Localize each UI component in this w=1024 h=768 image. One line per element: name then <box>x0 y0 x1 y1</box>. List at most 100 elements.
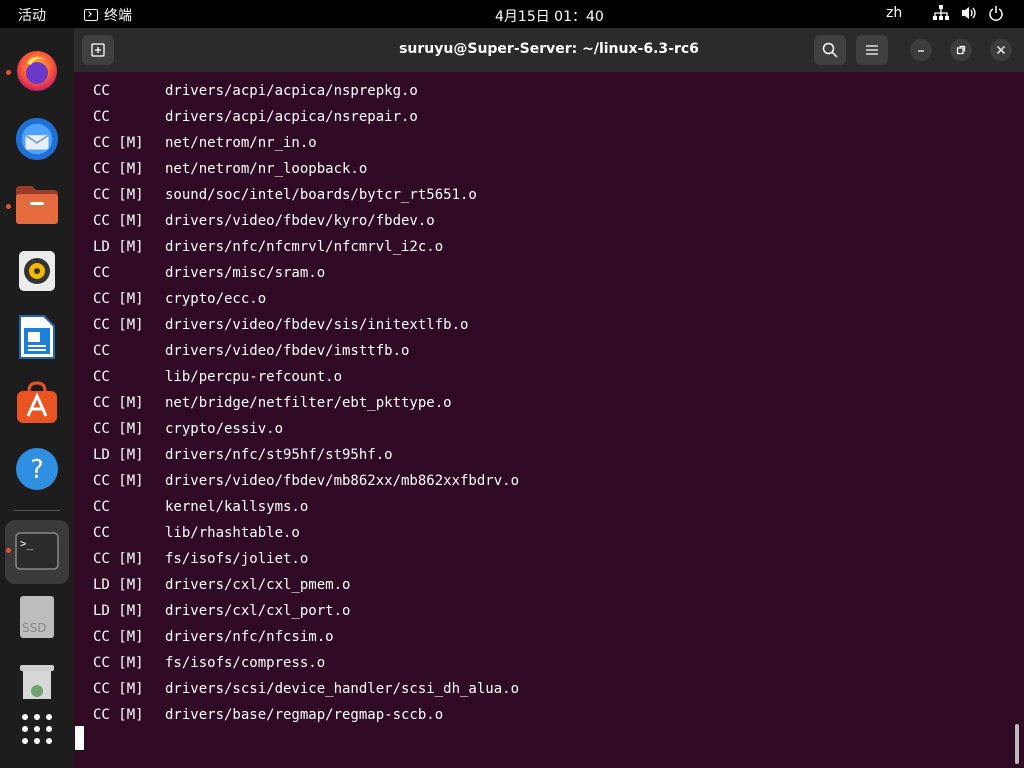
minimize-button[interactable] <box>910 39 932 61</box>
object-path: net/netrom/nr_in.o <box>165 135 317 151</box>
object-path: fs/isofs/joliet.o <box>165 551 309 567</box>
close-icon <box>997 46 1005 54</box>
output-line: CC [M] drivers/base/regmap/regmap-sccb.o <box>93 702 443 728</box>
dock-trash[interactable] <box>14 658 60 704</box>
app-menu[interactable]: 终端 <box>84 5 132 25</box>
running-indicator <box>6 548 11 553</box>
header-bar[interactable]: suruyu@Super-Server: ~/linux-6.3-rc6 <box>74 28 1024 72</box>
object-path: drivers/nfc/st95hf/st95hf.o <box>165 447 393 463</box>
build-step-tag: LD [M] <box>93 603 144 619</box>
text-cursor <box>75 726 84 750</box>
terminal-window: suruyu@Super-Server: ~/linux-6.3-rc6 CC … <box>74 28 1024 768</box>
power-icon <box>989 6 1003 21</box>
output-line: LD [M] drivers/cxl/cxl_port.o <box>93 598 350 624</box>
build-step-tag: CC <box>93 343 110 359</box>
object-path: drivers/cxl/cxl_pmem.o <box>165 577 351 593</box>
volume-icon <box>962 7 976 19</box>
output-line: CC [M] drivers/video/fbdev/kyro/fbdev.o <box>93 208 435 234</box>
output-line: CC drivers/misc/sram.o <box>93 260 325 286</box>
build-step-tag: CC [M] <box>93 551 144 567</box>
object-path: kernel/kallsyms.o <box>165 499 309 515</box>
output-line: CC [M] fs/isofs/compress.o <box>93 650 325 676</box>
clock[interactable]: 4月15日 01：40 <box>495 6 604 26</box>
dock-thunderbird[interactable] <box>14 116 60 162</box>
output-line: CC drivers/acpi/acpica/nsprepkg.o <box>93 78 418 104</box>
menu-button[interactable] <box>856 35 888 65</box>
minimize-icon <box>918 50 924 52</box>
output-line: CC [M] drivers/scsi/device_handler/scsi_d… <box>93 676 519 702</box>
terminal-app-icon: >_ <box>15 532 59 570</box>
object-path: drivers/misc/sram.o <box>165 265 326 281</box>
build-step-tag: CC [M] <box>93 161 144 177</box>
object-path: crypto/essiv.o <box>165 421 284 437</box>
ssd-label: SSD <box>22 621 47 635</box>
build-step-tag: CC [M] <box>93 317 144 333</box>
help-icon: ? <box>16 448 58 490</box>
network-icon <box>933 5 949 20</box>
output-line: CC drivers/video/fbdev/imsttfb.o <box>93 338 409 364</box>
search-button[interactable] <box>814 35 846 65</box>
input-method-indicator[interactable]: zh <box>886 5 902 21</box>
object-path: fs/isofs/compress.o <box>165 655 326 671</box>
object-path: lib/percpu-refcount.o <box>165 369 343 385</box>
build-step-tag: CC [M] <box>93 135 144 151</box>
output-line: CC lib/rhashtable.o <box>93 520 300 546</box>
running-indicator <box>6 204 11 209</box>
build-step-tag: CC <box>93 525 110 541</box>
build-step-tag: CC [M] <box>93 395 144 411</box>
close-button[interactable] <box>990 39 1012 61</box>
object-path: net/netrom/nr_loopback.o <box>165 161 368 177</box>
object-path: net/bridge/netfilter/ebt_pkttype.o <box>165 395 452 411</box>
build-step-tag: CC [M] <box>93 681 144 697</box>
dock-app-center[interactable] <box>14 380 60 426</box>
build-step-tag: LD [M] <box>93 239 144 255</box>
dock-terminal[interactable]: >_ <box>14 528 60 574</box>
terminal-output[interactable]: CC drivers/acpi/acpica/nsprepkg.o CC driver… <box>74 72 1024 768</box>
output-line: CC [M] crypto/ecc.o <box>93 286 266 312</box>
build-step-tag: CC <box>93 83 110 99</box>
build-step-tag: CC [M] <box>93 707 144 723</box>
build-step-tag: CC <box>93 499 110 515</box>
output-line: CC [M] sound/soc/intel/boards/bytcr_rt565… <box>93 182 477 208</box>
scrollbar[interactable] <box>1015 724 1019 764</box>
build-step-tag: LD [M] <box>93 577 144 593</box>
dock-rhythmbox[interactable] <box>14 248 60 294</box>
maximize-button[interactable] <box>950 39 972 61</box>
object-path: drivers/video/fbdev/sis/initextlfb.o <box>165 317 469 333</box>
build-step-tag: CC [M] <box>93 421 144 437</box>
rhythmbox-icon <box>19 251 55 291</box>
dock-files[interactable] <box>14 182 60 228</box>
activities-button[interactable]: 活动 <box>18 5 46 25</box>
svg-text:?: ? <box>30 455 44 485</box>
build-step-tag: CC <box>93 109 110 125</box>
build-step-tag: CC [M] <box>93 213 144 229</box>
running-indicator <box>6 70 11 75</box>
terminal-icon <box>84 9 98 21</box>
thunderbird-icon <box>15 117 59 161</box>
build-step-tag: CC [M] <box>93 655 144 671</box>
dock-firefox[interactable] <box>14 48 60 94</box>
object-path: drivers/scsi/device_handler/scsi_dh_alua… <box>165 681 520 697</box>
output-line: CC [M] net/netrom/nr_in.o <box>93 130 317 156</box>
dock-help[interactable]: ? <box>14 446 60 492</box>
dock-libreoffice-writer[interactable] <box>14 314 60 360</box>
app-name: 终端 <box>104 8 132 24</box>
system-tray[interactable] <box>932 4 1004 22</box>
object-path: drivers/base/regmap/regmap-sccb.o <box>165 707 444 723</box>
object-path: sound/soc/intel/boards/bytcr_rt5651.o <box>165 187 477 203</box>
build-step-tag: LD [M] <box>93 447 144 463</box>
build-step-tag: CC [M] <box>93 473 144 489</box>
show-apps-button[interactable] <box>14 706 60 752</box>
build-step-tag: CC [M] <box>93 629 144 645</box>
dock: ? >_ SSD <box>0 28 74 768</box>
output-line: LD [M] drivers/cxl/cxl_pmem.o <box>93 572 350 598</box>
dock-ssd-drive[interactable]: SSD <box>14 594 60 640</box>
search-icon <box>822 42 838 58</box>
firefox-icon <box>17 51 57 91</box>
object-path: drivers/cxl/cxl_port.o <box>165 603 351 619</box>
hamburger-icon <box>866 45 878 55</box>
object-path: drivers/video/fbdev/imsttfb.o <box>165 343 410 359</box>
output-line: CC drivers/acpi/acpica/nsrepair.o <box>93 104 418 130</box>
output-line: CC kernel/kallsyms.o <box>93 494 308 520</box>
object-path: drivers/video/fbdev/mb862xx/mb862xxfbdrv… <box>165 473 520 489</box>
